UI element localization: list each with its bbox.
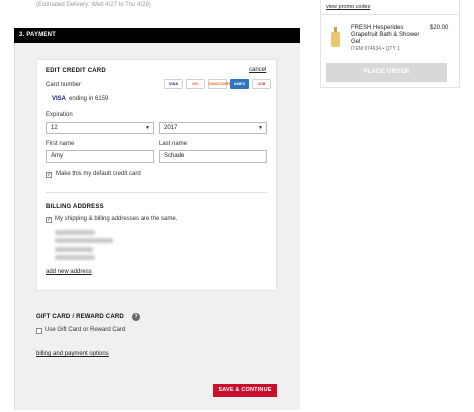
billing-address-title: BILLING ADDRESS xyxy=(46,204,104,210)
product-meta: ITEM 974634 • QTY 1 xyxy=(351,46,400,52)
gift-card-title: GIFT CARD / REWARD CARD xyxy=(36,314,124,320)
amex-logo-icon: AMEX xyxy=(230,79,249,89)
default-card-checkbox[interactable]: ✓ xyxy=(46,172,52,178)
add-new-address-link[interactable]: add new address xyxy=(46,269,92,275)
use-gift-card-checkbox[interactable] xyxy=(36,328,42,334)
use-gift-card-label: Use Gift Card or Reward Card xyxy=(45,327,126,333)
jcb-logo-icon: JCB xyxy=(252,79,271,89)
same-address-label: My shipping & billing addresses are the … xyxy=(55,216,178,222)
accepted-card-logos: VISA MC DISCOVER AMEX JCB xyxy=(164,79,271,89)
cancel-link[interactable]: cancel xyxy=(249,67,266,73)
default-card-label: Make this my default credit card xyxy=(56,171,141,177)
exp-year-select[interactable]: 2017 ▼ xyxy=(159,122,267,134)
chevron-down-icon: ▼ xyxy=(258,125,263,131)
exp-year-value: 2017 xyxy=(164,125,178,131)
redacted-address-line xyxy=(55,247,93,252)
same-address-checkbox[interactable]: ✓ xyxy=(46,217,52,223)
exp-month-select[interactable]: 12 ▼ xyxy=(46,122,154,134)
help-icon[interactable]: ? xyxy=(132,313,140,321)
delivery-estimate: (Estimated Delivery: Wed 4/27 to Thu 4/2… xyxy=(36,2,151,8)
product-price: $20.00 xyxy=(430,25,449,31)
view-promo-codes-link[interactable]: view promo codes xyxy=(326,4,370,10)
save-continue-button[interactable]: SAVE & CONTINUE xyxy=(213,384,277,397)
payment-section-header: 3. PAYMENT xyxy=(14,28,300,43)
card-brand-label: VISA xyxy=(52,96,67,102)
card-number-label: Card number xyxy=(46,82,82,88)
divider xyxy=(46,192,267,193)
discover-logo-icon: DISCOVER xyxy=(208,79,230,89)
card-number-value: ending in 6159 xyxy=(69,96,109,102)
expiration-label: Expiration xyxy=(46,112,73,118)
place-order-button[interactable]: PLACE ORDER xyxy=(326,63,447,82)
last-name-label: Last name xyxy=(159,141,188,147)
mastercard-logo-icon: MC xyxy=(186,79,205,89)
visa-logo-icon: VISA xyxy=(164,79,183,89)
billing-options-link[interactable]: billing and payment options xyxy=(36,351,109,357)
edit-card-title: EDIT CREDIT CARD xyxy=(46,68,106,74)
redacted-address-line xyxy=(55,255,95,260)
first-name-label: First name xyxy=(46,141,75,147)
exp-month-value: 12 xyxy=(51,125,58,131)
redacted-address-line xyxy=(55,238,113,243)
product-name[interactable]: FRESH Hesperides Grapefruit Bath & Showe… xyxy=(351,25,421,46)
last-name-field[interactable]: Schade xyxy=(159,150,267,163)
redacted-address-line xyxy=(55,230,95,235)
divider xyxy=(322,14,458,15)
chevron-down-icon: ▼ xyxy=(145,125,150,131)
first-name-field[interactable]: Amy xyxy=(46,150,154,163)
product-thumbnail[interactable] xyxy=(331,27,340,47)
